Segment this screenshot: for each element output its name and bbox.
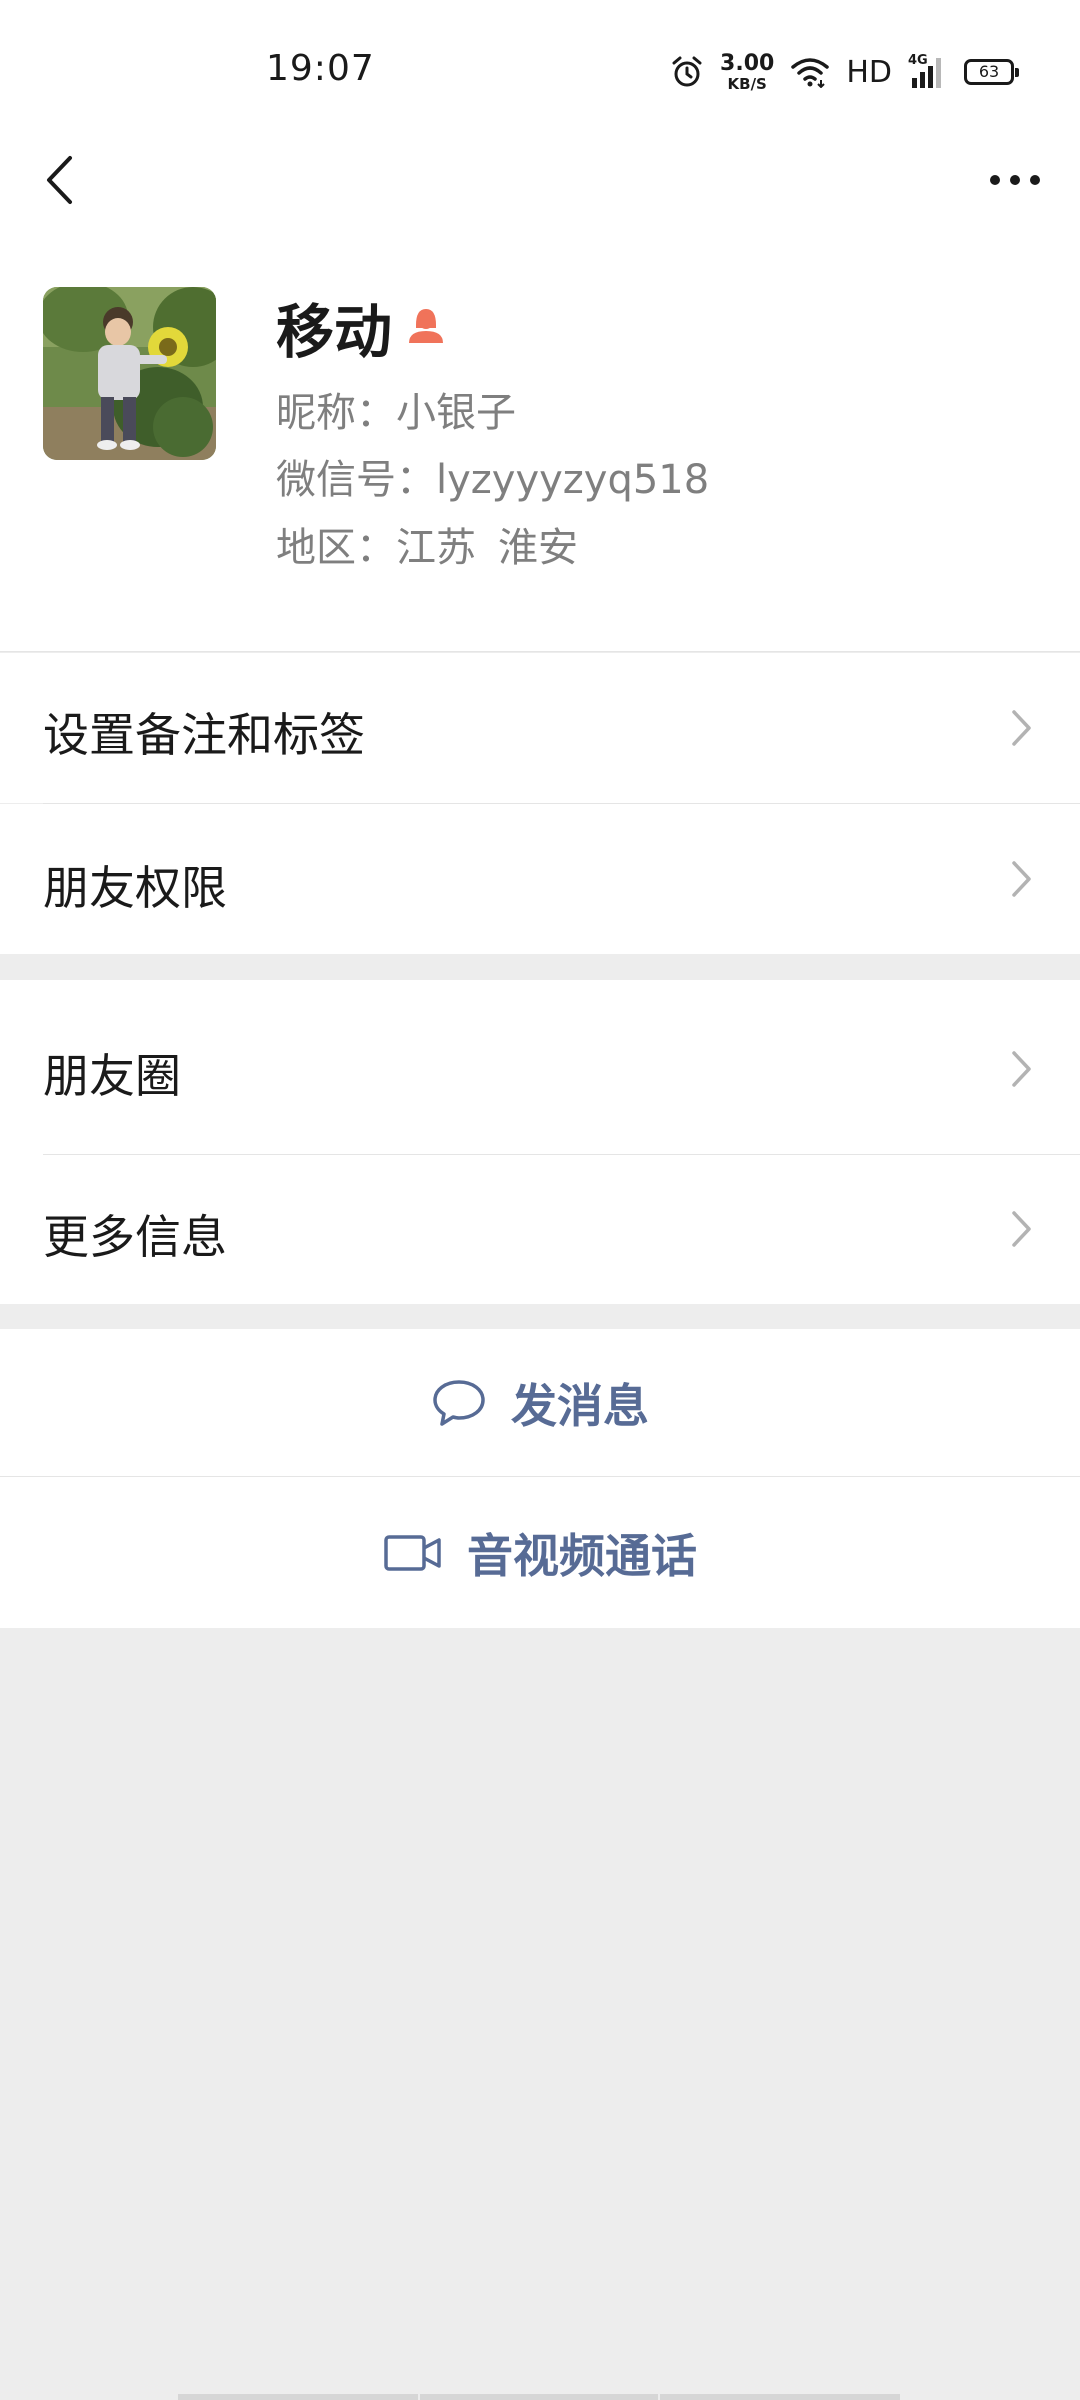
send-message-button[interactable]: 发消息 bbox=[0, 1329, 1080, 1476]
profile-name: 移动 bbox=[276, 298, 393, 366]
net-speed: 3.00 KB/S bbox=[720, 50, 775, 93]
nickname-text: 昵称：小银子 bbox=[276, 390, 516, 436]
moments-label: 朋友圈 bbox=[43, 1049, 181, 1103]
home-indicator bbox=[660, 2394, 900, 2400]
video-call-button[interactable]: 音视频通话 bbox=[0, 1477, 1080, 1628]
region-label: 地区：江苏 bbox=[276, 525, 476, 571]
wifi-icon bbox=[790, 56, 830, 88]
friend-permissions-label: 朋友权限 bbox=[43, 861, 227, 915]
battery-level: 63 bbox=[978, 62, 1000, 81]
signal-icon: 4G bbox=[908, 54, 948, 90]
home-indicator bbox=[178, 2394, 418, 2400]
hd-label: HD bbox=[846, 54, 892, 90]
region-text: 地区：江苏 淮安 bbox=[276, 515, 578, 573]
chevron-right-icon bbox=[1012, 1051, 1031, 1087]
video-camera-icon bbox=[384, 1534, 441, 1571]
send-message-label: 发消息 bbox=[511, 1378, 649, 1433]
more-info-item[interactable]: 更多信息 bbox=[0, 1155, 1080, 1304]
battery-icon: 63 bbox=[964, 59, 1019, 85]
region-city: 淮安 bbox=[498, 525, 578, 571]
alarm-icon bbox=[670, 55, 704, 89]
chevron-right-icon bbox=[1012, 1211, 1031, 1247]
net-speed-value: 3.00 bbox=[720, 50, 775, 76]
profile-name-row: 移动 bbox=[276, 290, 446, 366]
video-call-label: 音视频通话 bbox=[467, 1528, 697, 1583]
chevron-right-icon bbox=[1012, 710, 1031, 746]
avatar[interactable] bbox=[43, 287, 216, 460]
status-icons: 3.00 KB/S HD 4G 63 bbox=[670, 50, 1019, 94]
set-remark-tags-label: 设置备注和标签 bbox=[43, 708, 365, 762]
home-indicator bbox=[420, 2394, 658, 2400]
more-horizontal-icon bbox=[990, 175, 1040, 185]
chevron-right-icon bbox=[1012, 861, 1031, 897]
status-time: 19:07 bbox=[266, 48, 375, 89]
set-remark-tags-item[interactable]: 设置备注和标签 bbox=[0, 653, 1080, 803]
net-speed-unit: KB/S bbox=[727, 74, 767, 93]
moments-item[interactable]: 朋友圈 bbox=[0, 980, 1080, 1155]
wechat-id-text: 微信号：lyzyyyzyq518 bbox=[276, 457, 710, 503]
female-user-icon bbox=[406, 305, 446, 349]
friend-permissions-item[interactable]: 朋友权限 bbox=[0, 804, 1080, 954]
chevron-left-icon bbox=[47, 156, 72, 204]
divider bbox=[0, 651, 1080, 652]
more-button[interactable] bbox=[980, 150, 1050, 210]
more-info-label: 更多信息 bbox=[43, 1210, 227, 1264]
back-button[interactable] bbox=[30, 150, 90, 210]
status-bar: 19:07 3.00 KB/S HD 4G 63 bbox=[0, 0, 1080, 140]
chat-bubble-icon bbox=[433, 1379, 485, 1426]
